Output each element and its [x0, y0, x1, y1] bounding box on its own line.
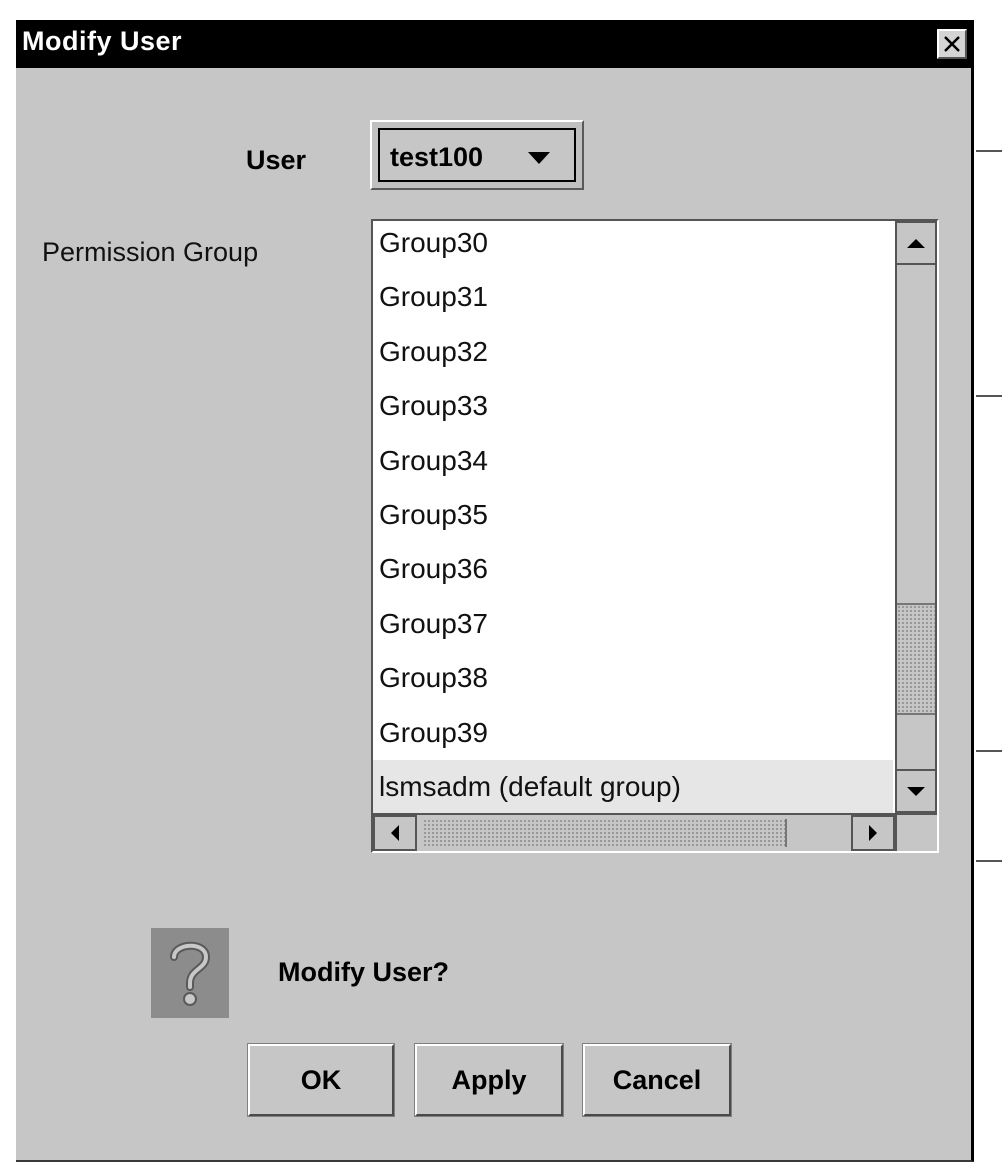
- scroll-up-button[interactable]: [895, 221, 937, 265]
- chevron-down-icon: [528, 152, 550, 164]
- list-item[interactable]: Group32: [373, 325, 893, 379]
- vertical-scrollbar[interactable]: [895, 221, 937, 813]
- close-icon: [944, 36, 960, 52]
- scroll-right-button[interactable]: [851, 815, 895, 851]
- scrollbar-corner: [895, 813, 937, 851]
- permission-group-label: Permission Group: [42, 237, 259, 267]
- user-label: User: [246, 145, 307, 175]
- user-value: test100: [390, 142, 484, 172]
- horizontal-scrollbar[interactable]: [373, 813, 895, 851]
- ok-button[interactable]: OK: [247, 1043, 395, 1117]
- list-item-selected[interactable]: lsmsadm (default group): [373, 759, 893, 815]
- user-dropdown[interactable]: test100: [370, 120, 584, 190]
- list-item[interactable]: Group39: [373, 706, 893, 760]
- list-item[interactable]: Group34: [373, 434, 893, 488]
- list-item[interactable]: Group33: [373, 379, 893, 433]
- permission-group-list[interactable]: Group30 Group31 Group32 Group33 Group34 …: [371, 219, 939, 853]
- cancel-button[interactable]: Cancel: [582, 1043, 732, 1117]
- title-bar[interactable]: Modify User: [16, 20, 971, 68]
- list-item[interactable]: Group30: [373, 221, 893, 270]
- vertical-scroll-track[interactable]: [895, 265, 937, 769]
- user-dropdown-field[interactable]: test100: [378, 128, 576, 182]
- vertical-scroll-thumb[interactable]: [897, 603, 935, 715]
- close-button[interactable]: [937, 29, 967, 59]
- list-item[interactable]: Group38: [373, 651, 893, 705]
- list-item[interactable]: Group35: [373, 488, 893, 542]
- arrow-up-icon: [907, 238, 925, 248]
- arrow-right-icon: [869, 825, 877, 841]
- scroll-left-button[interactable]: [373, 815, 417, 851]
- modify-user-dialog: Modify User User test100 Permission Grou…: [16, 20, 974, 1162]
- list-item[interactable]: Group31: [373, 270, 893, 324]
- arrow-down-icon: [907, 786, 925, 796]
- question-icon: [151, 928, 229, 1018]
- confirm-message: Modify User?: [278, 957, 450, 987]
- window-title: Modify User: [22, 26, 183, 56]
- apply-button[interactable]: Apply: [414, 1043, 564, 1117]
- arrow-left-icon: [391, 825, 399, 841]
- horizontal-scroll-thumb[interactable]: [423, 819, 787, 847]
- list-item[interactable]: Group37: [373, 597, 893, 651]
- scroll-down-button[interactable]: [895, 769, 937, 813]
- list-item[interactable]: Group36: [373, 542, 893, 596]
